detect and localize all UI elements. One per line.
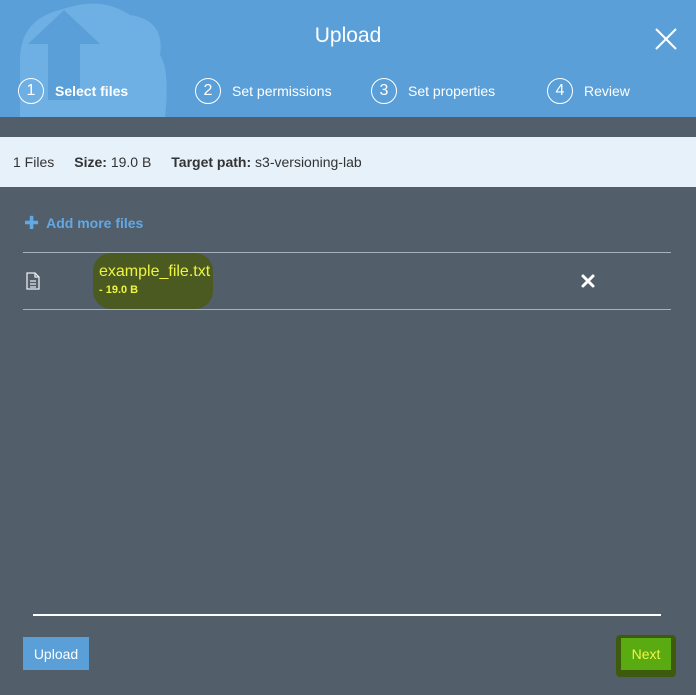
step-label: Set properties <box>408 83 496 99</box>
path-label: Target path: <box>171 154 252 170</box>
path-value: s3-versioning-lab <box>255 154 362 170</box>
step-select-files[interactable]: 1 Select files <box>18 76 128 106</box>
size-label: Size: <box>74 154 107 170</box>
size-value: 19.0 B <box>110 154 152 170</box>
footer-divider <box>33 614 661 616</box>
step-set-properties[interactable]: 3 Set properties <box>371 76 495 106</box>
dialog-title: Upload <box>314 24 382 47</box>
upload-button[interactable]: Upload <box>23 637 89 670</box>
upload-summary-bar: 1 Files Size: 19.0 B Target path: s3-ver… <box>0 137 696 187</box>
wizard-steps: 1 Select files 2 Set permissions 3 Set p… <box>0 76 696 106</box>
file-count: 1 Files <box>13 154 55 170</box>
step-label: Review <box>584 83 630 99</box>
total-size: Size: 19.0 B <box>74 154 151 170</box>
step-review[interactable]: 4 Review <box>547 76 630 106</box>
upload-header: Upload 1 Select files 2 Set permissions … <box>0 0 696 117</box>
step-number: 1 <box>18 78 44 104</box>
next-button[interactable]: Next <box>621 638 671 670</box>
file-size: - 19.0 B <box>99 284 139 296</box>
close-icon[interactable] <box>652 25 680 53</box>
file-list-item: example_file.txt - 19.0 B <box>23 252 671 310</box>
step-label: Set permissions <box>232 83 332 99</box>
file-name: example_file.txt <box>99 263 211 280</box>
step-number: 4 <box>547 78 573 104</box>
add-more-label: Add more files <box>46 215 144 231</box>
step-label: Select files <box>55 83 129 99</box>
add-more-files-link[interactable]: ✚ Add more files <box>24 214 143 232</box>
plus-icon: ✚ <box>24 213 40 233</box>
step-number: 2 <box>195 78 221 104</box>
step-number: 3 <box>371 78 397 104</box>
target-path: Target path: s3-versioning-lab <box>171 154 361 170</box>
remove-file-icon[interactable] <box>580 273 596 289</box>
step-set-permissions[interactable]: 2 Set permissions <box>195 76 332 106</box>
document-icon <box>26 272 40 290</box>
file-highlight <box>93 253 213 309</box>
